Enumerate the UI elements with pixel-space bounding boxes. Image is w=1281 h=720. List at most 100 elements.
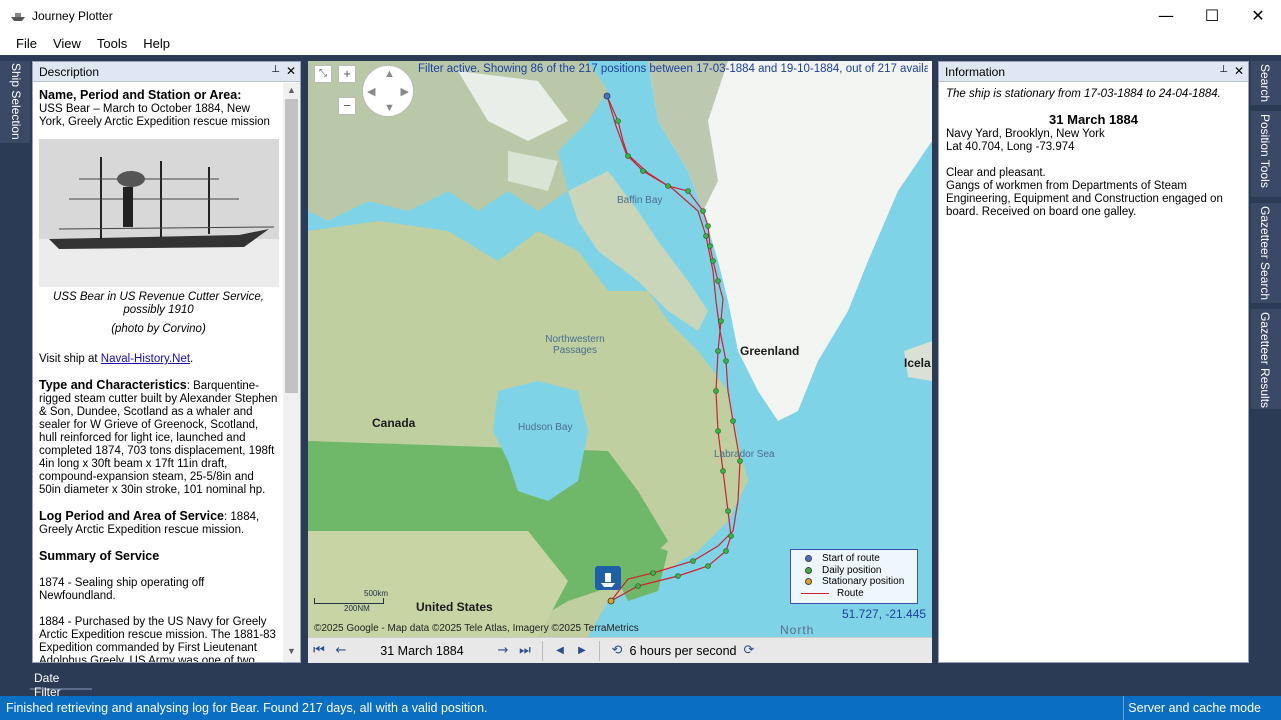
slower-icon[interactable]: ⟲ xyxy=(606,643,628,658)
window-title: Journey Plotter xyxy=(32,8,113,23)
pan-left-icon[interactable]: ◀ xyxy=(367,85,375,98)
information-header: Information ⊥ ✕ xyxy=(939,62,1248,82)
status-bar: Finished retrieving and analysing log fo… xyxy=(0,696,1281,720)
tab-position-tools-label: Position Tools xyxy=(1258,114,1272,188)
zoom-out-button[interactable]: − xyxy=(338,97,356,115)
type-heading: Type and Characteristics xyxy=(39,378,187,392)
log-entry: Gangs of workmen from Departments of Ste… xyxy=(946,180,1223,218)
log-latlong: Lat 40.704, Long -73.974 xyxy=(946,141,1075,153)
naval-history-link[interactable]: Naval-History.Net xyxy=(101,353,190,365)
map-legend: Start of route Daily position Stationary… xyxy=(790,549,918,604)
pan-up-icon[interactable]: ▲ xyxy=(384,68,395,80)
map-canvas[interactable]: Filter active. Showing 86 of the 217 pos… xyxy=(308,61,932,637)
photo-caption: USS Bear in US Revenue Cutter Service, p… xyxy=(53,291,264,316)
description-scrollbar[interactable]: ▲ ▼ xyxy=(283,83,300,662)
play-icon[interactable]: ▶ xyxy=(571,645,593,656)
ship-app-icon xyxy=(11,12,25,21)
pin-icon[interactable]: ⊥ xyxy=(1219,64,1228,78)
close-window-button[interactable]: ✕ xyxy=(1235,0,1281,31)
scroll-down-icon[interactable]: ▼ xyxy=(283,646,300,660)
status-mode: Server and cache mode xyxy=(1123,696,1281,720)
tab-date-filter[interactable]: Date Filter xyxy=(30,666,92,699)
stationary-note: The ship is stationary from 17-03-1884 t… xyxy=(946,88,1221,100)
playback-speed: 6 hours per second xyxy=(629,643,737,658)
previous-position-icon[interactable]: ← xyxy=(330,643,352,658)
menu-file[interactable]: File xyxy=(8,36,45,51)
description-content: Name, Period and Station or Area: USS Be… xyxy=(33,83,284,662)
pin-icon[interactable]: ⊥ xyxy=(271,64,280,78)
tab-search[interactable]: Search xyxy=(1251,61,1281,105)
close-icon[interactable]: ✕ xyxy=(286,64,296,78)
tab-ship-selection-label: Ship Selection xyxy=(9,63,23,140)
summary-heading: Summary of Service xyxy=(39,549,160,563)
start-marker-icon xyxy=(805,555,812,563)
map-scale: 500km 200NM xyxy=(314,589,388,613)
map-panel: Filter active. Showing 86 of the 217 pos… xyxy=(308,61,932,663)
legend-route: Route xyxy=(837,587,864,599)
scroll-thumb[interactable] xyxy=(285,99,298,393)
summary-1884: 1884 - Purchased by the US Navy for Gree… xyxy=(39,616,276,662)
status-message: Finished retrieving and analysing log fo… xyxy=(6,701,488,715)
timeline-bar: ⏮ ← 31 March 1884 → ⏭ ◀ ▶ ⟲ 6 hours per … xyxy=(308,637,932,663)
current-date: 31 March 1884 xyxy=(380,643,464,658)
tab-gazetteer-search-label: Gazetteer Search xyxy=(1258,206,1272,301)
close-icon[interactable]: ✕ xyxy=(1234,64,1244,78)
log-weather: Clear and pleasant. xyxy=(946,167,1046,179)
pan-down-icon[interactable]: ▼ xyxy=(384,102,395,114)
fullscreen-icon[interactable]: ⤡ xyxy=(314,65,332,83)
label-greenland: Greenland xyxy=(740,344,800,358)
tab-gazetteer-results[interactable]: Gazetteer Results xyxy=(1251,309,1281,409)
last-position-icon[interactable]: ⏭ xyxy=(514,643,536,658)
visit-prefix: Visit ship at xyxy=(39,353,101,365)
log-place: Navy Yard, Brooklyn, New York xyxy=(946,128,1105,140)
pan-right-icon[interactable]: ▶ xyxy=(401,85,409,98)
step-back-icon[interactable]: ◀ xyxy=(549,645,571,656)
log-heading: Log Period and Area of Service xyxy=(39,509,225,523)
menu-help[interactable]: Help xyxy=(135,36,178,51)
faster-icon[interactable]: ⟳ xyxy=(738,643,760,658)
photo-credit: (photo by Corvino) xyxy=(111,323,206,335)
cursor-coordinates: 51.727, -21.445 xyxy=(842,607,927,621)
title-bar: Journey Plotter — ☐ ✕ xyxy=(0,0,1281,31)
type-text: : Barquentine-rigged steam cutter built … xyxy=(39,380,278,496)
summary-1874: 1874 - Sealing ship operating off Newfou… xyxy=(39,577,205,602)
pan-control[interactable]: ▲ ▼ ◀ ▶ xyxy=(362,65,414,117)
stationary-marker-icon xyxy=(805,578,812,586)
menu-tools[interactable]: Tools xyxy=(89,36,135,51)
menu-bar: File View Tools Help xyxy=(0,31,1281,55)
label-northwestern-passages: Northwestern Passages xyxy=(545,334,605,356)
legend-stationary: Stationary position xyxy=(822,576,905,588)
first-position-icon[interactable]: ⏮ xyxy=(308,643,330,658)
information-title: Information xyxy=(945,64,1006,79)
right-tab-strip: Search Position Tools Gazetteer Search G… xyxy=(1251,61,1281,663)
minimize-button[interactable]: — xyxy=(1143,0,1189,31)
scale-km: 500km xyxy=(364,589,389,598)
description-panel: Description ⊥ ✕ Name, Period and Station… xyxy=(32,61,301,663)
next-position-icon[interactable]: → xyxy=(492,643,514,658)
legend-daily: Daily position xyxy=(822,564,882,576)
filter-status-text: Filter active. Showing 86 of the 217 pos… xyxy=(418,63,928,75)
north-indicator: North xyxy=(780,623,815,637)
tab-position-tools[interactable]: Position Tools xyxy=(1251,111,1281,197)
tab-gazetteer-results-label: Gazetteer Results xyxy=(1258,312,1272,409)
tab-date-filter-label: Date Filter xyxy=(34,671,61,699)
label-baffin-bay: Baffin Bay xyxy=(617,195,663,206)
information-panel: Information ⊥ ✕ The ship is stationary f… xyxy=(938,61,1249,663)
daily-marker-icon xyxy=(805,566,812,574)
log-date: 31 March 1884 xyxy=(1049,112,1138,127)
scroll-up-icon[interactable]: ▲ xyxy=(283,85,300,99)
scale-nm: 200NM xyxy=(344,604,370,613)
tab-ship-selection[interactable]: Ship Selection xyxy=(0,61,30,143)
description-title: Description xyxy=(39,64,100,79)
menu-view[interactable]: View xyxy=(45,36,89,51)
label-iceland: Icela xyxy=(904,356,931,370)
maximize-button[interactable]: ☐ xyxy=(1189,0,1235,31)
label-hudson-bay: Hudson Bay xyxy=(518,422,573,433)
legend-start: Start of route xyxy=(822,553,880,565)
tab-gazetteer-search[interactable]: Gazetteer Search xyxy=(1251,203,1281,303)
zoom-in-button[interactable]: + xyxy=(338,65,356,83)
name-text: USS Bear – March to October 1884, New Yo… xyxy=(39,103,270,128)
ship-photo xyxy=(39,139,279,287)
label-united-states: United States xyxy=(416,600,493,614)
map-attribution: ©2025 Google - Map data ©2025 Tele Atlas… xyxy=(314,623,639,634)
